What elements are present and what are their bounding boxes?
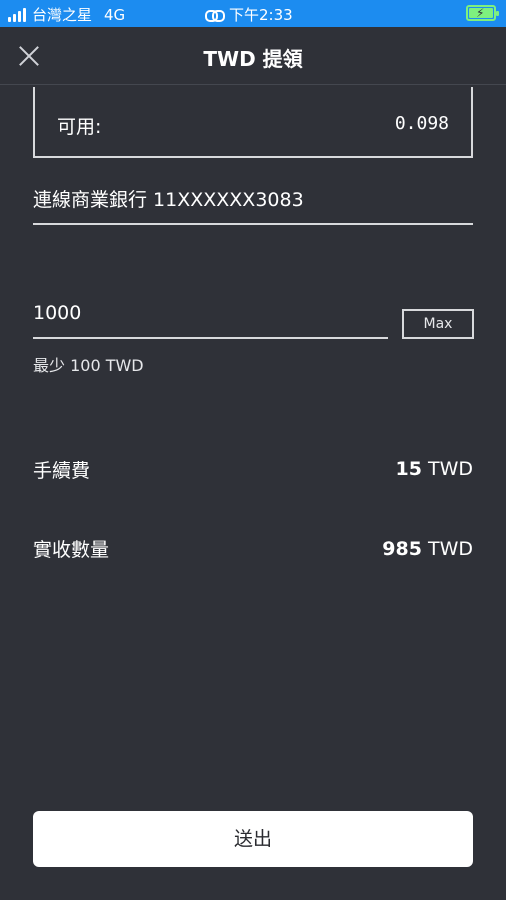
received-label: 實收數量: [33, 539, 110, 561]
network-type: 4G: [104, 5, 126, 24]
submit-button[interactable]: 送出: [33, 811, 473, 867]
fee-amount: 15: [395, 458, 422, 480]
header: TWD 提領: [0, 27, 506, 85]
amount-input[interactable]: 1000: [33, 298, 388, 339]
bank-account-select[interactable]: 連線商業銀行 11XXXXXX3083: [33, 185, 473, 225]
available-balance-box: 可用: 0.098: [33, 87, 473, 158]
available-value: 0.098: [394, 113, 449, 134]
status-bar: 台灣之星 4G 下午2:33 ⚡: [0, 0, 506, 27]
minimum-note: 最少 100 TWD: [33, 356, 144, 375]
page-title: TWD 提領: [203, 47, 303, 71]
max-button[interactable]: Max: [402, 309, 474, 339]
status-time-group: 下午2:33: [205, 4, 293, 25]
link-icon: [205, 9, 225, 22]
fee-label: 手續費: [33, 460, 91, 482]
received-amount: 985: [382, 538, 422, 560]
received-unit: TWD: [427, 538, 473, 560]
received-value: 985 TWD: [382, 538, 473, 560]
available-label: 可用:: [57, 116, 102, 138]
status-time: 下午2:33: [229, 6, 293, 24]
carrier-name: 台灣之星: [32, 6, 93, 24]
battery-icon: ⚡: [466, 5, 499, 21]
fee-unit: TWD: [427, 458, 473, 480]
signal-icon: [8, 7, 26, 22]
fee-value: 15 TWD: [395, 458, 473, 480]
carrier-info: 台灣之星 4G: [8, 4, 125, 25]
